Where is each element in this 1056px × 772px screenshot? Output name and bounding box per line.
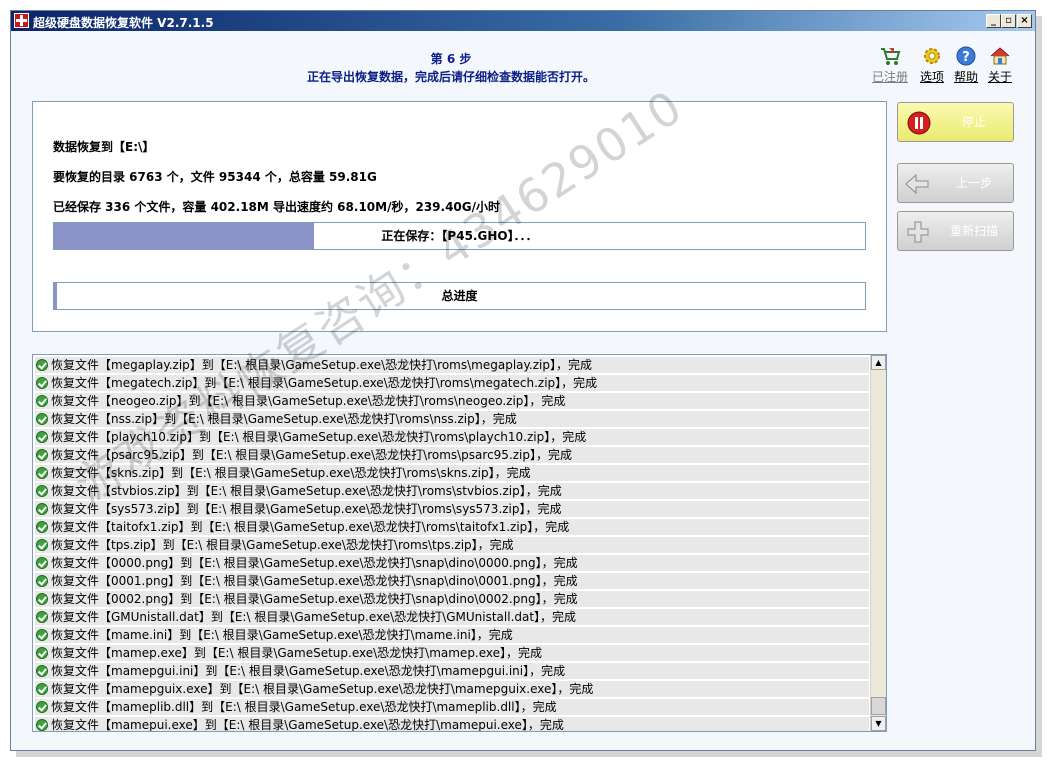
scroll-down-button[interactable]: ▼ [871,716,886,731]
check-circle-icon [36,593,48,605]
log-row-text: 恢复文件【mame.ini】到【E:\ 根目录\GameSetup.exe\恐龙… [51,628,513,642]
check-circle-icon [36,395,48,407]
registered-link[interactable]: 已注册 [870,45,910,85]
log-row[interactable]: 恢复文件【mamepui.exe】到【E:\ 根目录\GameSetup.exe… [35,717,869,732]
log-row[interactable]: 恢复文件【GMUnistall.dat】到【E:\ 根目录\GameSetup.… [35,609,869,626]
total-progress-bar: 总进度 [53,282,866,310]
gear-icon [921,45,943,67]
check-circle-icon [36,557,48,569]
help-label: 帮助 [953,70,978,84]
check-circle-icon [36,575,48,587]
previous-step-button[interactable]: 上一步 [897,163,1014,203]
close-button[interactable]: × [1017,14,1032,28]
log-row-text: 恢复文件【mamepguix.exe】到【E:\ 根目录\GameSetup.e… [51,682,594,696]
recovery-target-text: 数据恢复到【E:\】 [53,140,155,154]
check-circle-icon [36,701,48,713]
check-circle-icon [36,431,48,443]
rescan-label: 重新扫描 [949,224,998,238]
stop-icon [906,110,932,139]
log-row-text: 恢复文件【mamep.exe】到【E:\ 根目录\GameSetup.exe\恐… [51,646,543,660]
log-row[interactable]: 恢复文件【0001.png】到【E:\ 根目录\GameSetup.exe\恐龙… [35,573,869,590]
check-circle-icon [36,665,48,677]
log-row-text: 恢复文件【mameplib.dll】到【E:\ 根目录\GameSetup.ex… [51,700,557,714]
log-row[interactable]: 恢复文件【0002.png】到【E:\ 根目录\GameSetup.exe\恐龙… [35,591,869,608]
previous-step-label: 上一步 [955,176,992,190]
step-title: 第 6 步 [430,52,472,66]
rescan-button[interactable]: 重新扫描 [897,211,1014,251]
check-circle-icon [36,521,48,533]
total-progress-label: 总进度 [441,289,478,303]
log-row-text: 恢复文件【taitofx1.zip】到【E:\ 根目录\GameSetup.ex… [51,520,570,534]
options-label: 选项 [919,70,944,84]
check-circle-icon [36,449,48,461]
step-description: 正在导出恢复数据，完成后请仔细检查数据能否打开。 [306,70,595,84]
log-row[interactable]: 恢复文件【taitofx1.zip】到【E:\ 根目录\GameSetup.ex… [35,519,869,536]
about-link[interactable]: 关于 [980,45,1020,85]
log-row[interactable]: 恢复文件【mamepgui.ini】到【E:\ 根目录\GameSetup.ex… [35,663,869,680]
log-row-text: 恢复文件【GMUnistall.dat】到【E:\ 根目录\GameSetup.… [51,610,577,624]
log-row-text: 恢复文件【mamepgui.ini】到【E:\ 根目录\GameSetup.ex… [51,664,566,678]
svg-text:?: ? [962,50,970,65]
log-row[interactable]: 恢复文件【tps.zip】到【E:\ 根目录\GameSetup.exe\恐龙快… [35,537,869,554]
plus-icon [906,220,930,247]
check-circle-icon [36,485,48,497]
stop-button[interactable]: 停止 [897,102,1014,142]
check-circle-icon [36,413,48,425]
check-circle-icon [36,611,48,623]
back-arrow-icon [904,173,930,198]
log-row-text: 恢复文件【0000.png】到【E:\ 根目录\GameSetup.exe\恐龙… [51,556,578,570]
log-row[interactable]: 恢复文件【megatech.zip】到【E:\ 根目录\GameSetup.ex… [35,375,869,392]
recovery-totals-text: 要恢复的目录 6763 个，文件 95344 个，总容量 59.81G [53,170,377,184]
log-row[interactable]: 恢复文件【stvbios.zip】到【E:\ 根目录\GameSetup.exe… [35,483,869,500]
log-row-text: 恢复文件【megatech.zip】到【E:\ 根目录\GameSetup.ex… [51,376,598,390]
log-row-text: 恢复文件【0001.png】到【E:\ 根目录\GameSetup.exe\恐龙… [51,574,578,588]
cart-icon [879,45,901,67]
log-row-text: 恢复文件【mamepui.exe】到【E:\ 根目录\GameSetup.exe… [51,718,564,732]
recovery-saved-text: 已经保存 336 个文件，容量 402.18M 导出速度约 68.10M/秒，2… [53,200,501,214]
log-row[interactable]: 恢复文件【mameplib.dll】到【E:\ 根目录\GameSetup.ex… [35,699,869,716]
check-circle-icon [36,683,48,695]
maximize-button[interactable]: ▫ [1001,14,1016,28]
log-row-text: 恢复文件【sys573.zip】到【E:\ 根目录\GameSetup.exe\… [51,502,562,516]
check-circle-icon [36,719,48,731]
home-icon [989,45,1011,67]
log-row[interactable]: 恢复文件【sys573.zip】到【E:\ 根目录\GameSetup.exe\… [35,501,869,518]
log-row-text: 恢复文件【0002.png】到【E:\ 根目录\GameSetup.exe\恐龙… [51,592,578,606]
title-bar[interactable]: 超级硬盘数据恢复软件 V2.7.1.5 _ ▫ × [11,11,1035,31]
check-circle-icon [36,467,48,479]
check-circle-icon [36,629,48,641]
stop-label: 停止 [961,115,986,129]
check-circle-icon [36,377,48,389]
log-row[interactable]: 恢复文件【megaplay.zip】到【E:\ 根目录\GameSetup.ex… [35,357,869,374]
log-row-text: 恢复文件【tps.zip】到【E:\ 根目录\GameSetup.exe\恐龙快… [51,538,514,552]
window-title: 超级硬盘数据恢复软件 V2.7.1.5 [33,16,214,30]
check-circle-icon [36,359,48,371]
scroll-thumb[interactable] [871,697,886,715]
registered-label: 已注册 [871,70,908,84]
log-row[interactable]: 恢复文件【mamep.exe】到【E:\ 根目录\GameSetup.exe\恐… [35,645,869,662]
log-row-text: 恢复文件【neogeo.zip】到【E:\ 根目录\GameSetup.exe\… [51,394,566,408]
check-circle-icon [36,647,48,659]
app-red-cross-icon [14,13,29,28]
app-window: 超级硬盘数据恢复软件 V2.7.1.5 _ ▫ × 第 6 步 正在导出恢复数据… [10,10,1036,751]
check-circle-icon [36,539,48,551]
about-label: 关于 [987,70,1012,84]
log-row[interactable]: 恢复文件【mame.ini】到【E:\ 根目录\GameSetup.exe\恐龙… [35,627,869,644]
log-row[interactable]: 恢复文件【0000.png】到【E:\ 根目录\GameSetup.exe\恐龙… [35,555,869,572]
log-row[interactable]: 恢复文件【mamepguix.exe】到【E:\ 根目录\GameSetup.e… [35,681,869,698]
help-icon: ? [955,45,977,67]
log-scrollbar[interactable]: ▲ ▼ [870,355,886,731]
minimize-button[interactable]: _ [986,14,1001,28]
scroll-up-button[interactable]: ▲ [871,355,886,370]
check-circle-icon [36,503,48,515]
